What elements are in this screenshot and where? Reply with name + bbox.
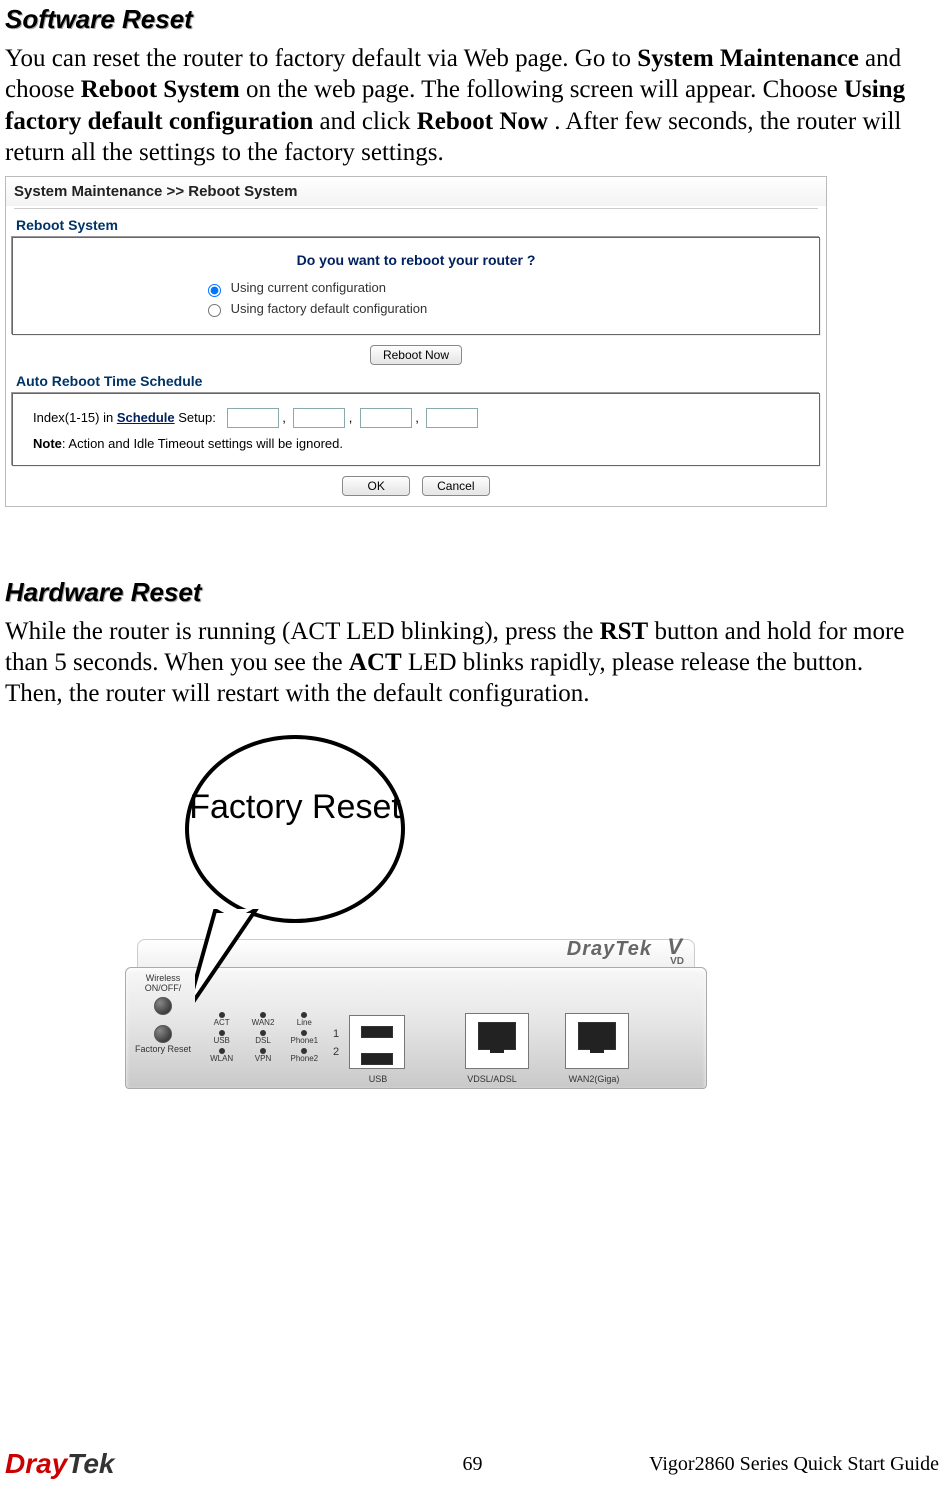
text: While the router is running (ACT LED bli… (5, 618, 600, 645)
para-hardware-reset: While the router is running (ACT LED bli… (5, 616, 920, 710)
text: You can reset the router to factory defa… (5, 45, 637, 72)
wan2-port-block (565, 1013, 629, 1069)
usb-port-block (349, 1015, 405, 1069)
note-label: Note (33, 436, 62, 451)
cancel-button[interactable]: Cancel (422, 476, 490, 496)
rj-port-icon (578, 1022, 616, 1050)
schedule-suffix: Setup: (178, 410, 216, 425)
heading-hardware-reset: Hardware Reset (5, 577, 920, 608)
radio-option-factory[interactable]: Using factory default configuration (203, 299, 809, 320)
ok-button[interactable]: OK (342, 476, 410, 496)
led-vpn: VPN (255, 1054, 271, 1063)
usb-port-label: USB (355, 1074, 401, 1084)
schedule-input-4[interactable] (426, 408, 478, 428)
led-wlan: WLAN (210, 1054, 233, 1063)
factory-reset-button-icon (154, 1025, 172, 1043)
text: and click (320, 108, 417, 135)
radio-current-label: Using current configuration (231, 280, 386, 295)
text-bold: Reboot Now (417, 108, 548, 135)
panel-reboot: Do you want to reboot your router ? Usin… (12, 237, 820, 335)
led-phone1: Phone1 (291, 1036, 319, 1045)
panel-schedule: Index(1-15) in Schedule Setup: , , , Not… (12, 393, 820, 466)
radio-option-current[interactable]: Using current configuration (203, 278, 809, 299)
port-num-1: 1 (333, 1026, 345, 1044)
para-software-reset: You can reset the router to factory defa… (5, 43, 920, 168)
divider (14, 208, 818, 209)
router-ui-screenshot: System Maintenance >> Reboot System Rebo… (5, 176, 827, 507)
hardware-illustration: DrayTek V VD Wireless ON/OFF/ Factory Re… (85, 729, 725, 1099)
usb-port-icon (361, 1026, 393, 1038)
factory-reset-label: Factory Reset (133, 1045, 193, 1055)
callout-text: Factory Reset (189, 788, 401, 826)
subheader-auto-reboot: Auto Reboot Time Schedule (16, 373, 816, 389)
page-footer: DrayTek 69 Vigor2860 Series Quick Start … (0, 1442, 945, 1480)
text: on the web page. The following screen wi… (246, 76, 844, 103)
note-text: : Action and Idle Timeout settings will … (62, 436, 343, 451)
wireless-onoff-button-icon (154, 997, 172, 1015)
schedule-prefix: Index(1-15) in (33, 410, 117, 425)
radio-factory-config[interactable] (208, 304, 221, 317)
radio-current-config[interactable] (208, 284, 221, 297)
led-usb: USB (213, 1036, 229, 1045)
text-bold: System Maintenance (637, 45, 859, 72)
heading-software-reset: Software Reset (5, 4, 920, 35)
subheader-reboot-system: Reboot System (16, 217, 816, 233)
schedule-link[interactable]: Schedule (117, 410, 175, 425)
wireless-onoff-label: Wireless ON/OFF/ (133, 974, 193, 994)
schedule-row: Index(1-15) in Schedule Setup: , , , (33, 408, 809, 428)
led-dsl: DSL (255, 1036, 271, 1045)
radio-factory-label: Using factory default configuration (231, 301, 428, 316)
usb-port-numbers: 1 2 (333, 1026, 345, 1061)
schedule-input-1[interactable] (227, 408, 279, 428)
side-buttons: Wireless ON/OFF/ Factory Reset (133, 974, 193, 1060)
schedule-note: Note: Action and Idle Timeout settings w… (33, 436, 809, 451)
led-line: Line (297, 1018, 312, 1027)
text-bold: ACT (349, 649, 402, 676)
device-brand: DrayTek V VD (567, 934, 652, 962)
callout-bubble: Factory Reset (185, 735, 405, 923)
reboot-now-button[interactable]: Reboot Now (370, 345, 462, 365)
text-bold: Reboot System (81, 76, 240, 103)
doc-title: Vigor2860 Series Quick Start Guide (649, 1453, 939, 1476)
vdsl-port-label: VDSL/ADSL (457, 1074, 527, 1084)
usb-port-icon (361, 1053, 393, 1065)
port-num-2: 2 (333, 1044, 345, 1062)
breadcrumb: System Maintenance >> Reboot System (6, 177, 826, 206)
reboot-question: Do you want to reboot your router ? (23, 252, 809, 268)
wan2-port-label: WAN2(Giga) (559, 1074, 629, 1084)
led-phone2: Phone2 (291, 1054, 319, 1063)
brand-text: DrayTek (567, 938, 652, 960)
schedule-input-2[interactable] (293, 408, 345, 428)
brand-vd: VD (670, 956, 684, 967)
vdsl-port-block (465, 1013, 529, 1069)
text-bold: RST (600, 618, 649, 645)
schedule-input-3[interactable] (360, 408, 412, 428)
rj-port-icon (478, 1022, 516, 1050)
